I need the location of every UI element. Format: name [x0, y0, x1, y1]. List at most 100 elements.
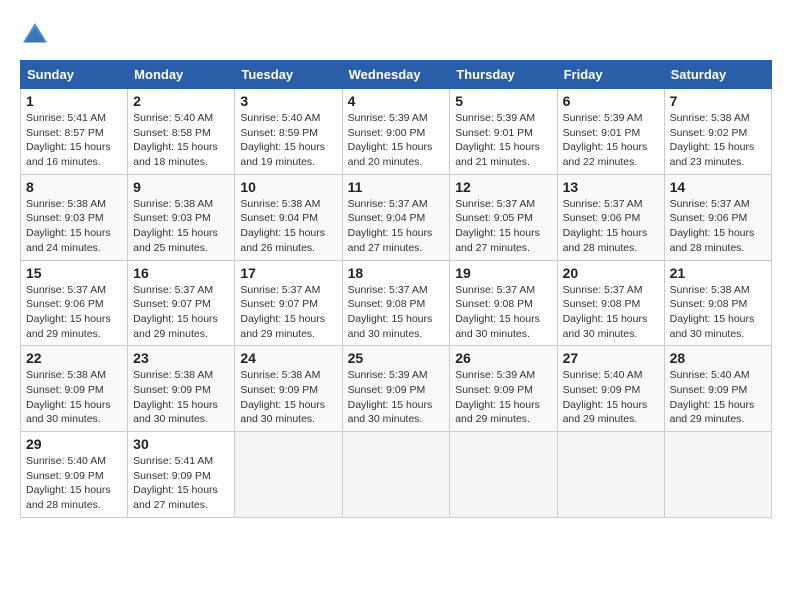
day-info: Sunrise: 5:37 AMSunset: 9:05 PMDaylight:…: [455, 197, 551, 256]
day-info: Sunrise: 5:40 AMSunset: 9:09 PMDaylight:…: [670, 368, 766, 427]
day-number: 23: [133, 350, 229, 366]
day-info: Sunrise: 5:38 AMSunset: 9:09 PMDaylight:…: [133, 368, 229, 427]
table-row: 15Sunrise: 5:37 AMSunset: 9:06 PMDayligh…: [21, 260, 128, 346]
day-number: 24: [240, 350, 336, 366]
table-row: 22 Sunrise: 5:38 AMSunset: 9:09 PMDayligh…: [21, 346, 128, 432]
table-row: 7Sunrise: 5:38 AMSunset: 9:02 PMDaylight…: [664, 89, 771, 175]
table-row: [664, 432, 771, 518]
table-row: 26Sunrise: 5:39 AMSunset: 9:09 PMDayligh…: [450, 346, 557, 432]
day-info: Sunrise: 5:37 AMSunset: 9:07 PMDaylight:…: [133, 283, 229, 342]
day-number: 3: [240, 93, 336, 109]
table-row: 8 Sunrise: 5:38 AMSunset: 9:03 PMDaylight…: [21, 174, 128, 260]
day-number: 12: [455, 179, 551, 195]
table-row: 10 Sunrise: 5:38 AMSunset: 9:04 PMDayligh…: [235, 174, 342, 260]
day-number: 28: [670, 350, 766, 366]
table-row: 28 Sunrise: 5:40 AMSunset: 9:09 PMDayligh…: [664, 346, 771, 432]
table-row: [450, 432, 557, 518]
weekday-wednesday: Wednesday: [342, 61, 450, 89]
table-row: 21Sunrise: 5:38 AMSunset: 9:08 PMDayligh…: [664, 260, 771, 346]
table-row: 13 Sunrise: 5:37 AMSunset: 9:06 PMDayligh…: [557, 174, 664, 260]
table-row: [235, 432, 342, 518]
day-info: Sunrise: 5:37 AMSunset: 9:06 PMDaylight:…: [563, 197, 659, 256]
day-info: Sunrise: 5:38 AMSunset: 9:02 PMDaylight:…: [670, 111, 766, 170]
day-info: Sunrise: 5:38 AMSunset: 9:04 PMDaylight:…: [240, 197, 336, 256]
day-info: Sunrise: 5:39 AMSunset: 9:09 PMDaylight:…: [348, 368, 445, 427]
logo: [20, 20, 54, 50]
table-row: 23 Sunrise: 5:38 AMSunset: 9:09 PMDayligh…: [128, 346, 235, 432]
table-row: 27 Sunrise: 5:40 AMSunset: 9:09 PMDayligh…: [557, 346, 664, 432]
day-number: 30: [133, 436, 229, 452]
table-row: 24 Sunrise: 5:38 AMSunset: 9:09 PMDayligh…: [235, 346, 342, 432]
table-row: 20Sunrise: 5:37 AMSunset: 9:08 PMDayligh…: [557, 260, 664, 346]
day-info: Sunrise: 5:37 AMSunset: 9:06 PMDaylight:…: [26, 283, 122, 342]
day-number: 9: [133, 179, 229, 195]
table-row: 4 Sunrise: 5:39 AMSunset: 9:00 PMDaylight…: [342, 89, 450, 175]
weekday-friday: Friday: [557, 61, 664, 89]
day-info: Sunrise: 5:40 AMSunset: 8:58 PMDaylight:…: [133, 111, 229, 170]
calendar-week-2: 8 Sunrise: 5:38 AMSunset: 9:03 PMDaylight…: [21, 174, 772, 260]
day-number: 17: [240, 265, 336, 281]
table-row: [342, 432, 450, 518]
day-number: 22: [26, 350, 122, 366]
day-info: Sunrise: 5:39 AMSunset: 9:01 PMDaylight:…: [563, 111, 659, 170]
day-number: 21: [670, 265, 766, 281]
table-row: 12 Sunrise: 5:37 AMSunset: 9:05 PMDayligh…: [450, 174, 557, 260]
day-info: Sunrise: 5:40 AMSunset: 8:59 PMDaylight:…: [240, 111, 336, 170]
table-row: 30 Sunrise: 5:41 AMSunset: 9:09 PMDayligh…: [128, 432, 235, 518]
table-row: 19Sunrise: 5:37 AMSunset: 9:08 PMDayligh…: [450, 260, 557, 346]
day-number: 10: [240, 179, 336, 195]
calendar-table: SundayMondayTuesdayWednesdayThursdayFrid…: [20, 60, 772, 518]
day-info: Sunrise: 5:38 AMSunset: 9:09 PMDaylight:…: [240, 368, 336, 427]
day-info: Sunrise: 5:40 AMSunset: 9:09 PMDaylight:…: [563, 368, 659, 427]
table-row: 1 Sunrise: 5:41 AMSunset: 8:57 PMDaylight…: [21, 89, 128, 175]
table-row: 25Sunrise: 5:39 AMSunset: 9:09 PMDayligh…: [342, 346, 450, 432]
calendar-body: 1 Sunrise: 5:41 AMSunset: 8:57 PMDaylight…: [21, 89, 772, 518]
day-info: Sunrise: 5:38 AMSunset: 9:09 PMDaylight:…: [26, 368, 122, 427]
day-info: Sunrise: 5:37 AMSunset: 9:08 PMDaylight:…: [348, 283, 445, 342]
weekday-saturday: Saturday: [664, 61, 771, 89]
table-row: 9 Sunrise: 5:38 AMSunset: 9:03 PMDaylight…: [128, 174, 235, 260]
day-number: 13: [563, 179, 659, 195]
day-number: 19: [455, 265, 551, 281]
day-number: 5: [455, 93, 551, 109]
table-row: 2 Sunrise: 5:40 AMSunset: 8:58 PMDaylight…: [128, 89, 235, 175]
table-row: 29Sunrise: 5:40 AMSunset: 9:09 PMDayligh…: [21, 432, 128, 518]
day-number: 18: [348, 265, 445, 281]
table-row: 6 Sunrise: 5:39 AMSunset: 9:01 PMDaylight…: [557, 89, 664, 175]
table-row: 18 Sunrise: 5:37 AMSunset: 9:08 PMDayligh…: [342, 260, 450, 346]
table-row: 16 Sunrise: 5:37 AMSunset: 9:07 PMDayligh…: [128, 260, 235, 346]
day-info: Sunrise: 5:39 AMSunset: 9:00 PMDaylight:…: [348, 111, 445, 170]
day-info: Sunrise: 5:40 AMSunset: 9:09 PMDaylight:…: [26, 454, 122, 513]
day-number: 26: [455, 350, 551, 366]
day-info: Sunrise: 5:38 AMSunset: 9:03 PMDaylight:…: [26, 197, 122, 256]
day-info: Sunrise: 5:37 AMSunset: 9:08 PMDaylight:…: [563, 283, 659, 342]
day-number: 4: [348, 93, 445, 109]
table-row: 14 Sunrise: 5:37 AMSunset: 9:06 PMDayligh…: [664, 174, 771, 260]
day-number: 14: [670, 179, 766, 195]
day-number: 2: [133, 93, 229, 109]
day-number: 16: [133, 265, 229, 281]
day-info: Sunrise: 5:38 AMSunset: 9:03 PMDaylight:…: [133, 197, 229, 256]
logo-icon: [20, 20, 50, 50]
table-row: 5 Sunrise: 5:39 AMSunset: 9:01 PMDaylight…: [450, 89, 557, 175]
table-row: 17 Sunrise: 5:37 AMSunset: 9:07 PMDayligh…: [235, 260, 342, 346]
day-number: 1: [26, 93, 122, 109]
weekday-sunday: Sunday: [21, 61, 128, 89]
calendar-week-1: 1 Sunrise: 5:41 AMSunset: 8:57 PMDaylight…: [21, 89, 772, 175]
weekday-thursday: Thursday: [450, 61, 557, 89]
day-number: 27: [563, 350, 659, 366]
table-row: [557, 432, 664, 518]
calendar-week-5: 29Sunrise: 5:40 AMSunset: 9:09 PMDayligh…: [21, 432, 772, 518]
calendar-week-3: 15Sunrise: 5:37 AMSunset: 9:06 PMDayligh…: [21, 260, 772, 346]
day-info: Sunrise: 5:37 AMSunset: 9:04 PMDaylight:…: [348, 197, 445, 256]
day-info: Sunrise: 5:41 AMSunset: 8:57 PMDaylight:…: [26, 111, 122, 170]
day-number: 11: [348, 179, 445, 195]
day-info: Sunrise: 5:39 AMSunset: 9:01 PMDaylight:…: [455, 111, 551, 170]
table-row: 3 Sunrise: 5:40 AMSunset: 8:59 PMDaylight…: [235, 89, 342, 175]
day-number: 8: [26, 179, 122, 195]
page-header: [20, 20, 772, 50]
day-info: Sunrise: 5:37 AMSunset: 9:06 PMDaylight:…: [670, 197, 766, 256]
day-info: Sunrise: 5:37 AMSunset: 9:07 PMDaylight:…: [240, 283, 336, 342]
day-info: Sunrise: 5:41 AMSunset: 9:09 PMDaylight:…: [133, 454, 229, 513]
day-number: 6: [563, 93, 659, 109]
